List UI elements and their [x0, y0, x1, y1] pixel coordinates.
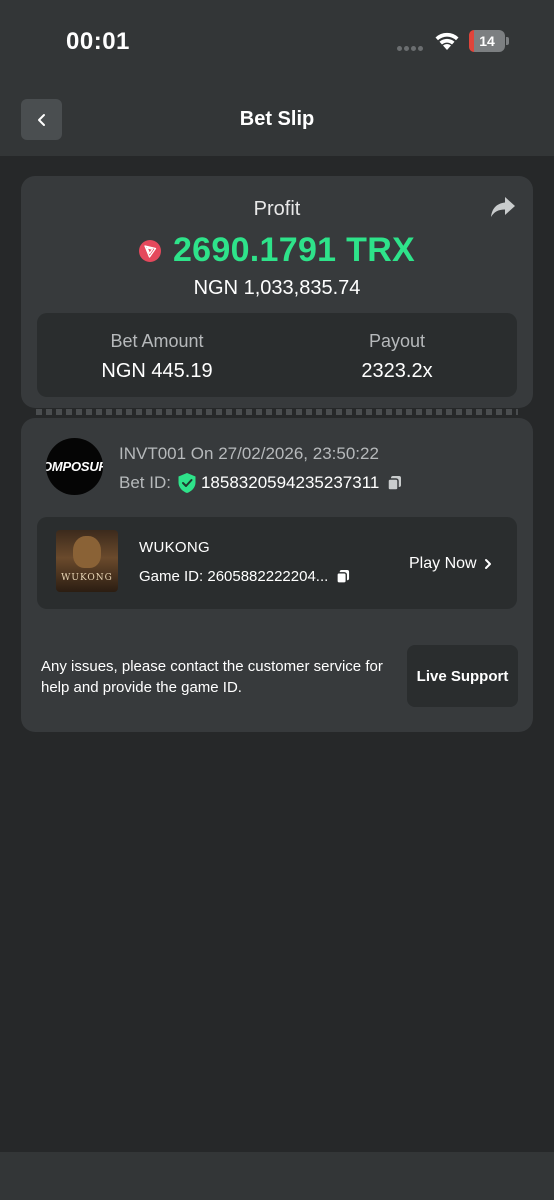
payout-stat: Payout 2323.2x: [277, 331, 517, 383]
battery-level: 14: [479, 33, 495, 49]
chevron-right-icon: [484, 559, 491, 569]
status-time: 00:01: [66, 28, 130, 55]
profit-amount: 2690.1791 TRX: [172, 230, 416, 269]
profit-amount-row: 2690.1791 TRX: [21, 228, 533, 272]
bottom-bar: [0, 1152, 554, 1200]
bet-amount-stat: Bet Amount NGN 445.19: [37, 331, 277, 383]
payout-value: 2323.2x: [361, 360, 433, 382]
bet-amount-value: NGN 445.19: [101, 360, 213, 382]
header: Bet Slip: [0, 84, 554, 156]
wifi-icon: [435, 32, 459, 50]
game-id-row: Game ID: 2605882222204...: [139, 566, 350, 586]
bet-id-value: 1858320594235237311: [200, 473, 380, 492]
game-thumbnail-text: WUKONG: [61, 573, 113, 583]
avatar: COMPOSURE: [46, 438, 103, 495]
bet-id-row: Bet ID: 1858320594235237311: [119, 472, 402, 494]
bet-id-label: Bet ID:: [119, 473, 171, 492]
page-title: Bet Slip: [239, 108, 315, 130]
live-support-button[interactable]: Live Support: [407, 645, 518, 707]
status-bar: 00:01 14: [0, 0, 554, 84]
battery-icon: 14: [469, 30, 505, 52]
share-icon[interactable]: [489, 194, 517, 220]
profit-card: Profit 2690.1791 TRX NGN 1,033,835.74 Be…: [21, 176, 533, 408]
game-thumbnail[interactable]: WUKONG: [56, 530, 118, 592]
game-info-box: WUKONG WUKONG Game ID: 2605882222204... …: [37, 517, 517, 609]
verified-shield-icon: [178, 473, 196, 493]
play-now-label: Play Now: [409, 555, 477, 572]
copy-icon[interactable]: [336, 569, 350, 584]
battery-tip: [506, 37, 509, 45]
bet-details-card: COMPOSURE INVT001 On 27/02/2026, 23:50:2…: [21, 418, 533, 732]
avatar-text: COMPOSURE: [46, 459, 103, 474]
play-now-button[interactable]: Play Now: [409, 554, 493, 574]
bet-amount-label: Bet Amount: [110, 331, 204, 351]
profit-label: Profit: [253, 198, 301, 220]
support-notice: Any issues, please contact the customer …: [41, 658, 383, 696]
payout-label: Payout: [368, 331, 426, 351]
cellular-signal-icon: [397, 38, 425, 56]
tron-icon: [138, 240, 161, 262]
bet-user-line: INVT001 On 27/02/2026, 23:50:22: [119, 444, 379, 463]
ticket-perforation: [36, 409, 518, 415]
bet-stats-box: Bet Amount NGN 445.19 Payout 2323.2x: [37, 313, 517, 397]
game-id-value: Game ID: 2605882222204...: [139, 567, 329, 585]
game-title: WUKONG: [139, 539, 210, 556]
game-thumbnail-art: [73, 536, 101, 568]
profit-fiat-amount: NGN 1,033,835.74: [193, 277, 361, 299]
copy-icon[interactable]: [387, 475, 402, 491]
